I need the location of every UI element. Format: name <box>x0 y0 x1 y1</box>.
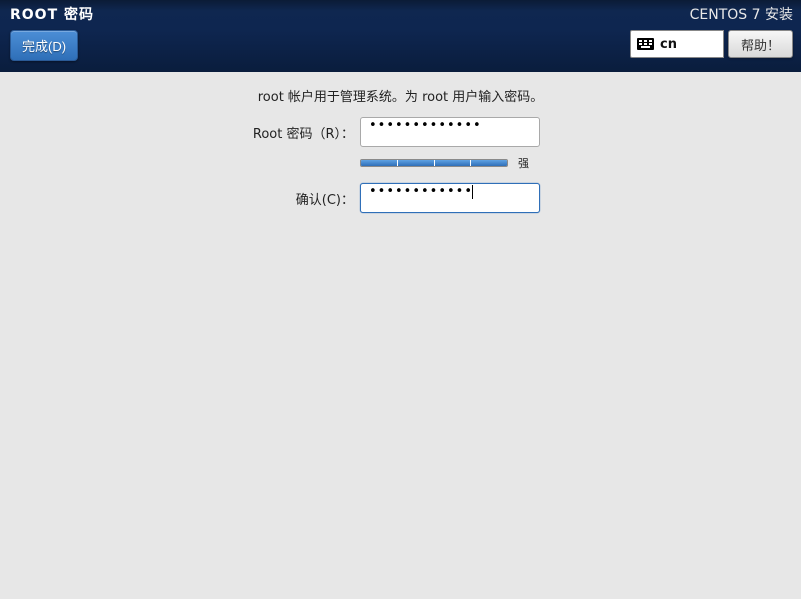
header: ROOT 密码 完成(D) CENTOS 7 安装 cn 帮助！ <box>0 0 801 72</box>
page-title: ROOT 密码 <box>10 4 94 24</box>
strength-seg <box>435 160 472 166</box>
content: root 帐户用于管理系统。为 root 用户输入密码。 Root 密码（R）：… <box>0 72 801 599</box>
password-value: ••••••••••••• <box>369 118 482 133</box>
strength-seg <box>398 160 435 166</box>
help-button[interactable]: 帮助！ <box>728 30 793 58</box>
keyboard-layout-indicator[interactable]: cn <box>630 30 724 58</box>
strength-meter <box>360 159 508 167</box>
header-right-bar: cn 帮助！ <box>630 30 793 58</box>
header-left: ROOT 密码 完成(D) <box>0 0 104 72</box>
confirm-label: 确认(C)： <box>0 189 360 208</box>
strength-row: 强 <box>360 153 560 177</box>
root-password-form: Root 密码（R）： ••••••••••••• 强 确认(C)： •••••… <box>0 117 801 213</box>
text-caret <box>472 185 473 199</box>
password-input[interactable]: ••••••••••••• <box>360 117 540 147</box>
strength-seg <box>471 160 507 166</box>
intro-text: root 帐户用于管理系统。为 root 用户输入密码。 <box>0 86 801 105</box>
done-button[interactable]: 完成(D) <box>10 30 78 61</box>
strength-label: 强 <box>518 155 529 171</box>
keyboard-icon <box>637 38 654 50</box>
confirm-value: •••••••••••• <box>369 184 473 199</box>
header-right: CENTOS 7 安装 cn 帮助！ <box>622 0 801 72</box>
strength-seg <box>361 160 398 166</box>
keyboard-layout-label: cn <box>660 37 677 52</box>
confirm-input[interactable]: •••••••••••• <box>360 183 540 213</box>
password-label: Root 密码（R）： <box>0 123 360 142</box>
install-title: CENTOS 7 安装 <box>630 4 793 24</box>
